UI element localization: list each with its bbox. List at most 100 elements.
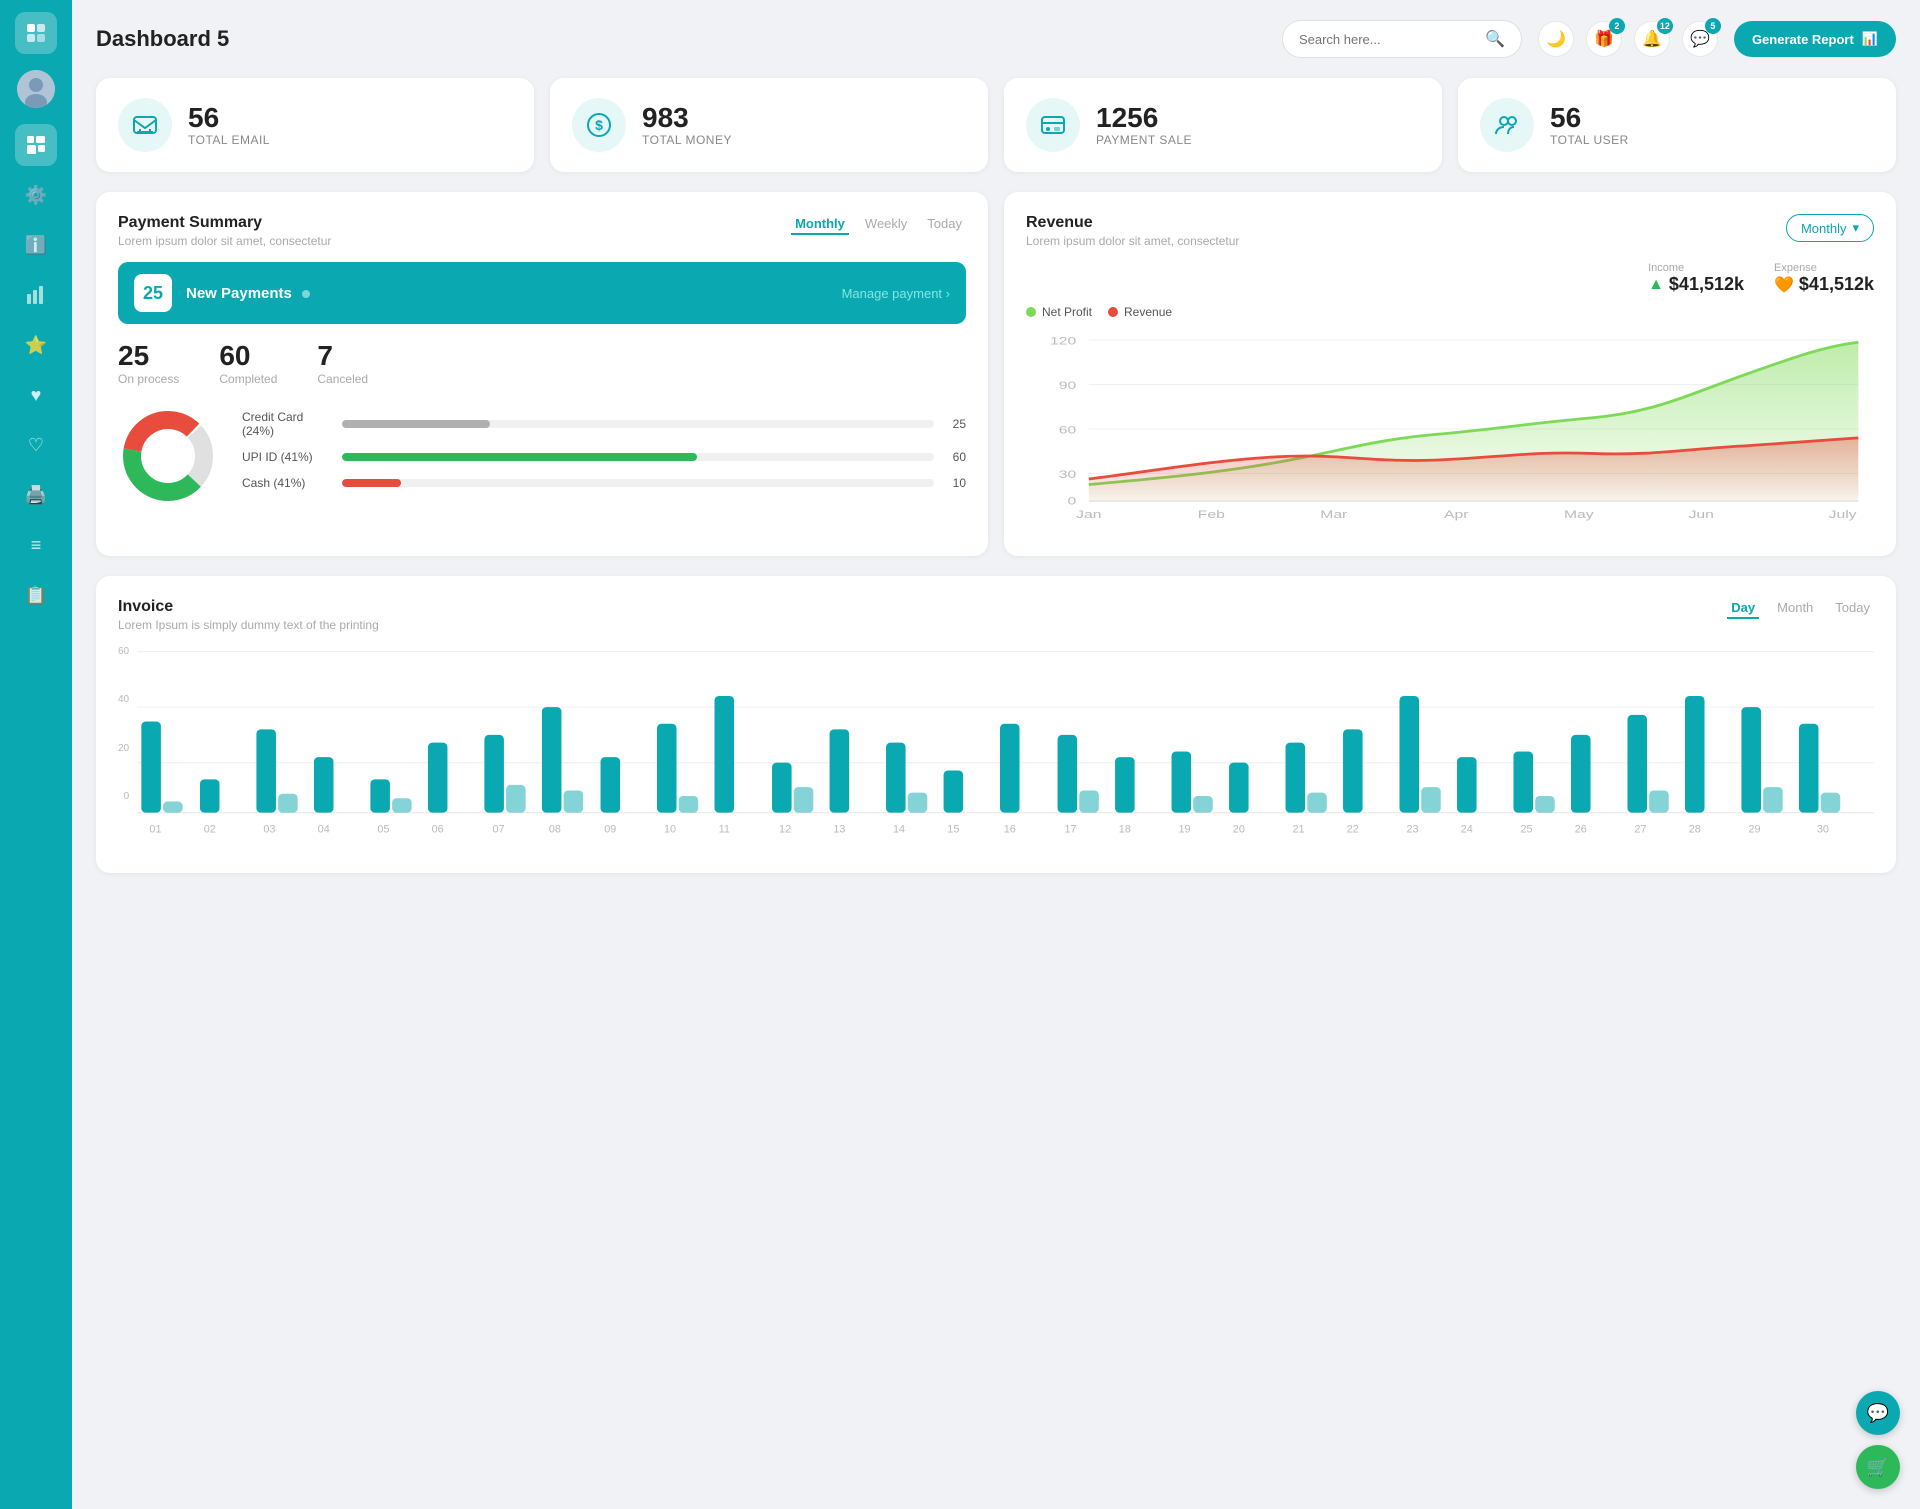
pb-fill-cc	[342, 420, 490, 428]
main-content: Dashboard 5 🔍 🌙 🎁 2 🔔 12 💬 5 Generate Re…	[72, 0, 1920, 1509]
svg-text:13: 13	[833, 824, 845, 836]
pb-fill-upi	[342, 453, 697, 461]
stat-label-email: TOTAL EMAIL	[188, 133, 270, 147]
svg-text:May: May	[1564, 508, 1594, 520]
generate-report-label: Generate Report	[1752, 32, 1854, 47]
manage-payment-link[interactable]: Manage payment ›	[842, 286, 950, 301]
chat-badge: 5	[1705, 18, 1721, 34]
net-profit-dot	[1026, 307, 1036, 317]
invoice-title: Invoice	[118, 598, 379, 616]
svg-text:16: 16	[1004, 824, 1016, 836]
canceled-block: 7 Canceled	[317, 340, 368, 386]
sidebar-item-reports[interactable]: 📋	[15, 574, 57, 616]
svg-text:02: 02	[204, 824, 216, 836]
svg-text:30: 30	[1817, 824, 1829, 836]
donut-svg	[118, 406, 218, 506]
bar-chart-icon: 📊	[1862, 31, 1878, 47]
stats-mini-row: 25 On process 60 Completed 7 Canceled	[118, 340, 966, 386]
sidebar-logo[interactable]	[15, 12, 57, 54]
monthly-label: Monthly	[1801, 221, 1847, 236]
sidebar-item-wishlist[interactable]: ♡	[15, 424, 57, 466]
revenue-chart-svg: 120 90 60 30 0	[1026, 329, 1874, 529]
svg-text:18: 18	[1119, 824, 1131, 836]
pb-val-cash: 10	[944, 476, 966, 490]
revenue-label: Revenue	[1124, 305, 1172, 319]
sidebar-item-print[interactable]: 🖨️	[15, 474, 57, 516]
invoice-title-block: Invoice Lorem Ipsum is simply dummy text…	[118, 598, 379, 632]
sidebar-item-analytics[interactable]	[15, 274, 57, 316]
svg-text:Mar: Mar	[1320, 508, 1348, 520]
svg-text:24: 24	[1461, 824, 1473, 836]
gift-icon-button[interactable]: 🎁 2	[1586, 21, 1622, 57]
money-icon: $	[572, 98, 626, 152]
header-icons: 🌙 🎁 2 🔔 12 💬 5	[1538, 21, 1718, 57]
sidebar-item-menu[interactable]: ≡	[15, 524, 57, 566]
stat-info-payment: 1256 PAYMENT SALE	[1096, 103, 1192, 148]
pb-val-upi: 60	[944, 450, 966, 464]
bar-02-a	[200, 779, 220, 812]
svg-text:11: 11	[719, 824, 730, 836]
y-axis-labels: 60 40 20 0	[118, 646, 129, 802]
generate-report-button[interactable]: Generate Report 📊	[1734, 21, 1896, 57]
svg-text:09: 09	[604, 824, 616, 836]
payment-summary-title-block: Payment Summary Lorem ipsum dolor sit am…	[118, 214, 331, 248]
monthly-dropdown[interactable]: Monthly ▾	[1786, 214, 1874, 242]
svg-text:06: 06	[432, 824, 444, 836]
svg-text:20: 20	[1233, 824, 1245, 836]
completed-block: 60 Completed	[219, 340, 277, 386]
svg-text:03: 03	[264, 824, 276, 836]
search-bar[interactable]: 🔍	[1282, 20, 1522, 58]
bar-chart-container: 01 02 03 04 05 06	[137, 646, 1874, 851]
new-payments-label: New Payments	[186, 285, 828, 302]
chat-icon-button[interactable]: 💬 5	[1682, 21, 1718, 57]
invoice-panel: Invoice Lorem Ipsum is simply dummy text…	[96, 576, 1896, 873]
pb-track-cc	[342, 420, 934, 428]
tab-weekly[interactable]: Weekly	[861, 214, 911, 235]
canceled-label: Canceled	[317, 372, 368, 386]
stat-info-user: 56 TOTAL USER	[1550, 103, 1629, 148]
payment-summary-header: Payment Summary Lorem ipsum dolor sit am…	[118, 214, 966, 248]
bar-06-a	[428, 743, 448, 813]
pb-val-cc: 25	[944, 417, 966, 431]
canceled-value: 7	[317, 340, 368, 372]
svg-text:15: 15	[947, 824, 959, 836]
net-profit-label: Net Profit	[1042, 305, 1092, 319]
sidebar-item-dashboard[interactable]	[15, 124, 57, 166]
sidebar: ⚙️ ℹ️ ⭐ ♥ ♡ 🖨️ ≡ 📋	[0, 0, 72, 1509]
income-value: ▲ $41,512k	[1648, 274, 1744, 295]
tab-month[interactable]: Month	[1773, 598, 1817, 619]
avatar[interactable]	[17, 70, 55, 108]
sidebar-item-star[interactable]: ⭐	[15, 324, 57, 366]
pb-label-upi: UPI ID (41%)	[242, 450, 332, 464]
stats-row: 56 TOTAL EMAIL $ 983 TOTAL MONEY	[96, 78, 1896, 172]
payment-summary-tabs: Monthly Weekly Today	[791, 214, 966, 235]
fab-support[interactable]: 💬	[1856, 1391, 1900, 1435]
svg-text:Apr: Apr	[1444, 508, 1469, 520]
svg-text:July: July	[1829, 508, 1857, 520]
tab-monthly[interactable]: Monthly	[791, 214, 849, 235]
svg-text:19: 19	[1179, 824, 1191, 836]
sidebar-item-info[interactable]: ℹ️	[15, 224, 57, 266]
svg-text:05: 05	[378, 824, 390, 836]
fab-cart[interactable]: 🛒	[1856, 1445, 1900, 1489]
payment-summary-panel: Payment Summary Lorem ipsum dolor sit am…	[96, 192, 988, 556]
stat-card-user: 56 TOTAL USER	[1458, 78, 1896, 172]
tab-day[interactable]: Day	[1727, 598, 1759, 619]
page-title: Dashboard 5	[96, 26, 1266, 52]
on-process-label: On process	[118, 372, 179, 386]
tab-today[interactable]: Today	[1831, 598, 1874, 619]
dark-mode-button[interactable]: 🌙	[1538, 21, 1574, 57]
stat-label-user: TOTAL USER	[1550, 133, 1629, 147]
fab-group: 💬 🛒	[1856, 1391, 1900, 1489]
expense-label: Expense	[1774, 262, 1874, 274]
expense-block: Expense 🧡 $41,512k	[1774, 262, 1874, 295]
stat-label-money: TOTAL MONEY	[642, 133, 732, 147]
search-input[interactable]	[1299, 32, 1477, 47]
revenue-title-block: Revenue Lorem ipsum dolor sit amet, cons…	[1026, 214, 1239, 248]
tab-today[interactable]: Today	[923, 214, 966, 235]
svg-text:30: 30	[1059, 468, 1077, 480]
sidebar-item-settings[interactable]: ⚙️	[15, 174, 57, 216]
bell-icon-button[interactable]: 🔔 12	[1634, 21, 1670, 57]
progress-bars: Credit Card (24%) 25 UPI ID (41%) 60	[242, 410, 966, 502]
sidebar-item-heart[interactable]: ♥	[15, 374, 57, 416]
